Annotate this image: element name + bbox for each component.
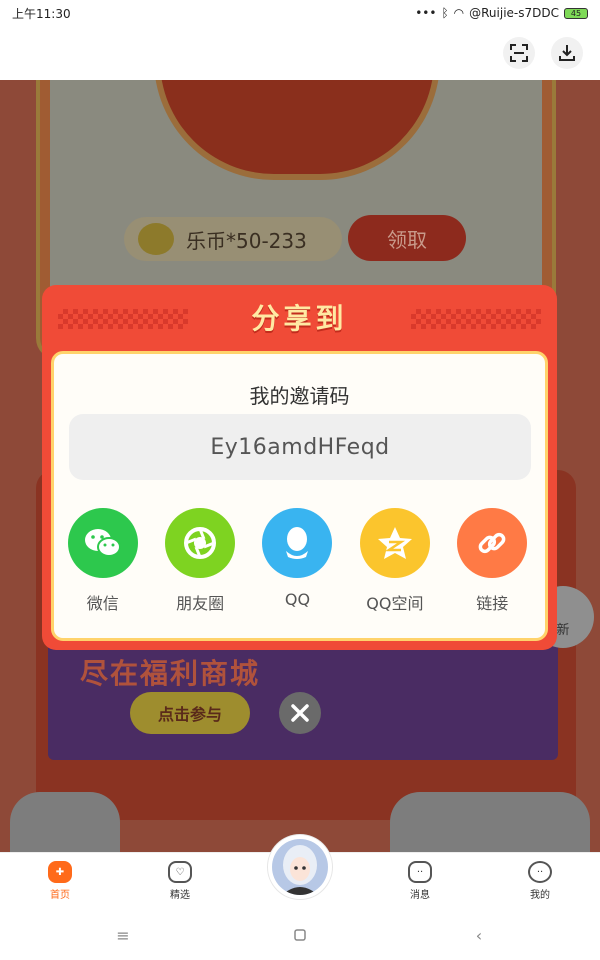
heart-icon: ♡ [168, 861, 192, 883]
share-dialog-panel: 我的邀请码 Ey16amdHFeqd 微信 朋友圈 QQ QQ空间 链接 [51, 351, 548, 641]
status-time: 上午11:30 [12, 6, 71, 21]
cloud-decoration-left [10, 792, 120, 852]
qq-icon [262, 508, 333, 578]
download-icon [559, 45, 575, 61]
nav-item-label: 我的 [530, 890, 550, 901]
share-target-label: QQ空间 [366, 594, 424, 613]
cloud-decoration-right [390, 792, 590, 852]
avatar [272, 839, 328, 895]
refresh-label: 新 [556, 623, 570, 638]
close-icon [291, 704, 309, 722]
share-dialog: 分享到 我的邀请码 Ey16amdHFeqd 微信 朋友圈 QQ QQ空间 链接 [42, 285, 557, 650]
promo-join-button[interactable]: 点击参与 [130, 692, 250, 734]
share-target-label: 微信 [86, 594, 119, 613]
share-targets: 微信 朋友圈 QQ QQ空间 链接 [54, 508, 545, 614]
moments-icon [165, 508, 236, 578]
more-dots-icon: ••• [415, 6, 437, 20]
share-target-label: 链接 [476, 594, 509, 613]
share-target-moments[interactable]: 朋友圈 [151, 508, 248, 614]
close-dialog-button[interactable] [279, 692, 321, 734]
nav-item-label: 消息 [410, 890, 430, 901]
nav-item-profile[interactable]: ·· 我的 [510, 861, 570, 901]
status-indicators: ••• ᛒ ◠ @Ruijie-s7DDC 45 [415, 6, 588, 20]
coin-reward-pill: 乐币*50-233 [124, 217, 342, 261]
home-square-icon[interactable] [289, 924, 311, 946]
invite-code-field[interactable]: Ey16amdHFeqd [69, 414, 531, 480]
profile-icon: ·· [528, 861, 552, 883]
scan-button[interactable] [503, 37, 535, 69]
center-avatar-button[interactable] [268, 835, 332, 899]
share-dialog-title: 分享到 [251, 302, 348, 335]
share-target-wechat[interactable]: 微信 [54, 508, 151, 614]
coin-icon [138, 223, 174, 255]
claim-button[interactable]: 领取 [348, 215, 466, 261]
back-icon[interactable]: ‹ [468, 924, 490, 946]
scan-icon [510, 44, 528, 62]
message-icon: ·· [408, 861, 432, 883]
battery-icon: 45 [564, 7, 588, 19]
nav-item-label: 精选 [170, 890, 190, 901]
nav-item-featured[interactable]: ♡ 精选 [150, 861, 210, 901]
share-target-qzone[interactable]: QQ空间 [346, 508, 443, 614]
bluetooth-icon: ᛒ [441, 6, 449, 20]
wifi-icon: ◠ [453, 6, 465, 20]
system-nav-bar: ≡ ‹ [0, 910, 600, 960]
qzone-icon [359, 508, 430, 578]
share-target-label: QQ [284, 590, 311, 609]
invite-code-label: 我的邀请码 [249, 384, 350, 408]
share-target-link[interactable]: 链接 [444, 508, 541, 614]
nav-item-messages[interactable]: ·· 消息 [390, 861, 450, 901]
promo-banner-title: 尽在福利商城 [80, 657, 261, 690]
download-button[interactable] [551, 37, 583, 69]
share-target-label: 朋友圈 [176, 594, 225, 613]
coin-reward-label: 乐币*50-233 [186, 228, 307, 253]
status-bar: 上午11:30 ••• ᛒ ◠ @Ruijie-s7DDC 45 [0, 0, 600, 26]
menu-icon[interactable]: ≡ [112, 924, 134, 946]
network-name: @Ruijie-s7DDC [469, 6, 559, 20]
link-icon [457, 508, 528, 578]
top-toolbar [0, 26, 600, 80]
gamepad-icon: ✚ [48, 861, 72, 883]
nav-item-home[interactable]: ✚ 首页 [30, 861, 90, 901]
nav-item-label: 首页 [50, 890, 70, 901]
share-target-qq[interactable]: QQ [249, 508, 346, 614]
wechat-icon [67, 508, 138, 578]
